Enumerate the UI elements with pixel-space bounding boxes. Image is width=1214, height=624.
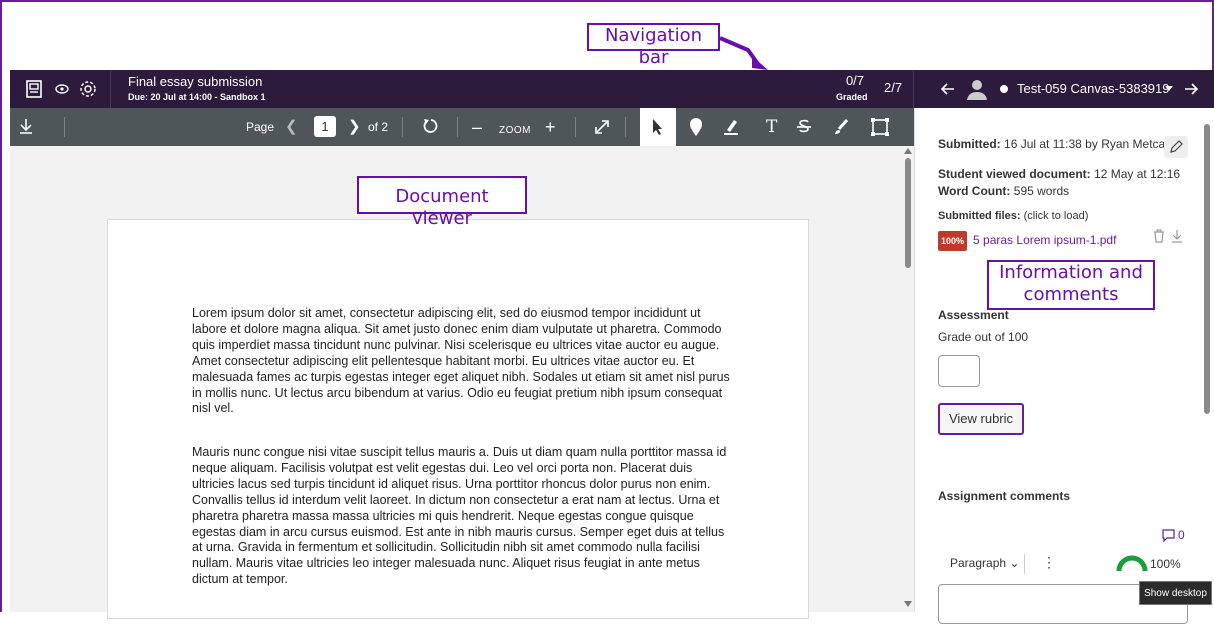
student-selector[interactable]: Test-059 Canvas-5383919 <box>1017 81 1170 96</box>
chevron-down-icon: ⌄ <box>1009 556 1020 570</box>
freehand-brush-icon[interactable] <box>833 118 849 136</box>
navigation-bar: Final essay submission Due: 20 Jul at 14… <box>10 70 1214 108</box>
assignment-due-date: Due: 20 Jul at 14:00 - Sandbox 1 <box>128 92 266 102</box>
zoom-label: ZOOM <box>499 125 531 136</box>
comment-count: 0 <box>1178 528 1185 542</box>
more-options-icon[interactable]: ⋮ <box>1042 554 1056 571</box>
highlight-pen-icon[interactable] <box>723 118 739 136</box>
assignment-title[interactable]: Final essay submission <box>128 74 262 89</box>
area-box-icon[interactable] <box>870 117 890 137</box>
submitted-file-link[interactable]: 5 paras Lorem ipsum-1.pdf <box>973 233 1116 247</box>
graded-label: Graded <box>836 92 868 102</box>
viewed-label: Student viewed document: <box>938 167 1091 181</box>
document-toolbar: Page ❮ 1 ❯ of 2 – ZOOM + T <box>10 108 914 146</box>
next-page-chevron-icon[interactable]: ❯ <box>348 117 361 137</box>
word-count-label: Word Count: <box>938 184 1011 198</box>
submitted-files-hint: (click to load) <box>1023 210 1089 222</box>
toolbar-divider <box>402 117 403 137</box>
document-scrollbar-thumb[interactable] <box>905 158 911 268</box>
sidebar-scrollbar-thumb[interactable] <box>1204 124 1210 414</box>
rotate-icon[interactable] <box>422 118 439 135</box>
viewed-value: 12 May at 12:16 <box>1094 167 1181 181</box>
word-count-value: 595 words <box>1013 184 1070 198</box>
toolbar-divider <box>64 117 65 137</box>
callout-line: comments <box>1023 284 1119 305</box>
editor-toolbar-divider <box>1024 554 1025 574</box>
trash-icon[interactable] <box>1152 229 1166 243</box>
toolbar-divider <box>575 117 576 137</box>
previous-student-arrow-icon[interactable] <box>940 81 956 97</box>
grade-out-of-label: Grade out of 100 <box>938 330 1029 344</box>
panel-resize-handle[interactable] <box>914 108 924 612</box>
chevron-down-icon[interactable] <box>1165 86 1173 92</box>
progress-percent: 100% <box>1150 557 1181 571</box>
information-comments-callout: Information and comments <box>987 260 1155 310</box>
file-download-icon[interactable] <box>1170 229 1184 243</box>
view-rubric-button[interactable]: View rubric <box>938 403 1024 435</box>
document-paragraph: Mauris nunc congue nisi vitae suscipit t… <box>192 445 727 587</box>
document-paragraph: Lorem ipsum dolor sit amet, consectetur … <box>192 306 730 416</box>
graded-count: 0/7 <box>845 73 865 88</box>
scroll-up-arrow-icon[interactable] <box>904 148 912 154</box>
progress-ring-icon <box>1116 555 1148 572</box>
submitted-value: 16 Jul at 11:38 by Ryan Metcalfe <box>1004 137 1178 151</box>
grade-input[interactable] <box>938 355 980 387</box>
show-desktop-tooltip: Show desktop <box>1139 581 1212 605</box>
point-annotation-pin-icon[interactable] <box>688 117 704 137</box>
zoom-in-icon[interactable]: + <box>545 117 556 137</box>
pencil-icon <box>1170 140 1183 153</box>
eye-icon[interactable] <box>52 79 72 99</box>
gradebook-icon[interactable] <box>24 79 44 99</box>
page-total: of 2 <box>368 120 389 134</box>
student-avatar <box>967 80 987 100</box>
pointer-cursor-icon <box>653 119 662 135</box>
assignment-comments-heading: Assignment comments <box>938 489 1071 503</box>
similarity-badge[interactable]: 100% <box>938 231 968 251</box>
toolbar-divider <box>457 117 458 137</box>
toolbar-divider <box>625 117 626 137</box>
callout-arrow <box>719 36 768 70</box>
document-viewer-callout: Document viewer <box>357 176 527 229</box>
settings-gear-icon[interactable] <box>78 79 98 99</box>
strikeout-icon[interactable] <box>796 118 812 136</box>
download-icon[interactable] <box>18 118 34 134</box>
nav-divider <box>913 70 914 108</box>
submitted-files-label: Submitted files: <box>938 210 1021 222</box>
page-label: Page <box>246 120 275 134</box>
paragraph-format-select[interactable]: Paragraph ⌄ <box>950 556 1019 570</box>
information-panel: Submitted: 16 Jul at 11:38 by Ryan Metca… <box>924 108 1214 624</box>
submission-position: 2/7 <box>884 80 903 95</box>
zoom-out-icon[interactable]: – <box>472 117 482 137</box>
text-tool-icon[interactable]: T <box>766 117 777 137</box>
page-number-input[interactable]: 1 <box>314 116 336 137</box>
navigation-bar-callout: Navigation bar <box>587 23 720 68</box>
edit-button[interactable] <box>1164 136 1188 158</box>
next-student-arrow-icon[interactable] <box>1183 81 1199 97</box>
fullscreen-expand-icon[interactable] <box>593 118 611 136</box>
select-tool-button[interactable] <box>640 108 676 146</box>
nav-divider <box>110 70 111 108</box>
status-dot-icon <box>1000 85 1008 93</box>
paragraph-format-label: Paragraph <box>950 556 1007 570</box>
comment-bubble-icon <box>1162 529 1175 542</box>
submitted-label: Submitted: <box>938 137 1001 151</box>
callout-line: Information and <box>999 262 1143 283</box>
previous-page-chevron-icon[interactable]: ❮ <box>285 117 298 137</box>
document-page: Lorem ipsum dolor sit amet, consectetur … <box>107 219 809 619</box>
scroll-down-arrow-icon[interactable] <box>904 601 912 607</box>
